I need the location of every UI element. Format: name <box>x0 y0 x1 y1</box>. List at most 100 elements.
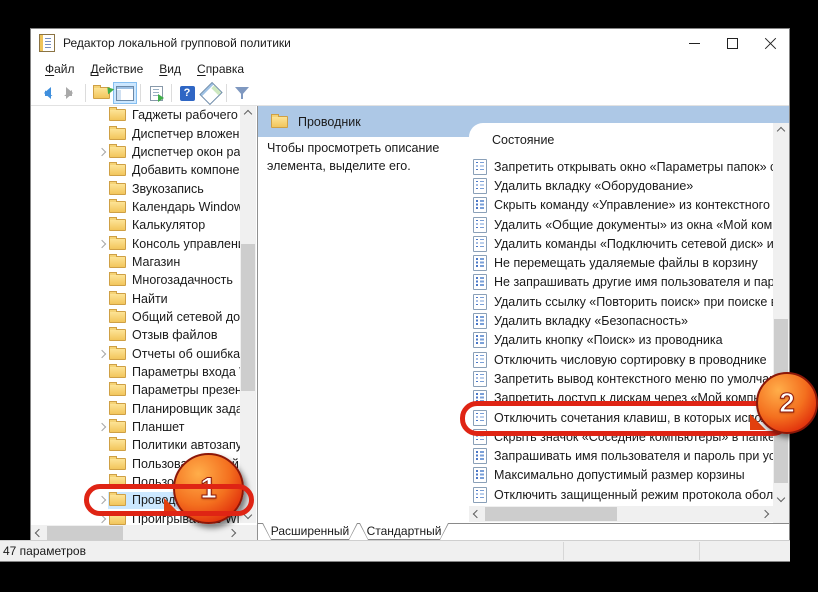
status-bar <box>0 540 790 562</box>
tree-item[interactable]: Консоль управлени <box>31 234 240 252</box>
policy-icon <box>473 274 487 290</box>
folder-up-icon <box>93 87 110 99</box>
tree-item[interactable]: Планшет <box>31 418 240 436</box>
menu-bar: Файл Действие Вид Справка <box>31 57 789 81</box>
setting-row[interactable]: Запретить открывать окно «Параметры папо… <box>469 157 773 176</box>
expand-chevron-icon[interactable] <box>95 424 108 430</box>
expand-chevron-icon[interactable] <box>95 516 108 522</box>
scroll-thumb[interactable] <box>241 244 255 391</box>
show-console-tree-button[interactable] <box>113 82 137 104</box>
show-action-pane-button[interactable] <box>199 82 223 104</box>
setting-row[interactable]: Запретить вывод контекстного меню по умо… <box>469 369 773 388</box>
setting-row[interactable]: Не запрашивать другие имя пользователя и… <box>469 273 773 292</box>
status-divider <box>563 542 564 560</box>
list-vscrollbar[interactable] <box>773 123 789 506</box>
tab-extended[interactable]: Расширенный <box>262 523 358 540</box>
menu-help[interactable]: Справка <box>189 59 252 79</box>
scroll-thumb[interactable] <box>47 526 123 540</box>
scroll-up-arrow[interactable] <box>240 106 256 122</box>
tree-item[interactable]: Добавить компонен <box>31 161 240 179</box>
tree-item[interactable]: Найти <box>31 289 240 307</box>
setting-row[interactable]: Скрыть команду «Управление» из контекстн… <box>469 196 773 215</box>
folder-icon <box>109 329 126 341</box>
tree-item[interactable]: Диспетчер вложени <box>31 124 240 142</box>
tree-item[interactable]: Звукозапись <box>31 179 240 197</box>
tree-item[interactable]: Многозадачность <box>31 271 240 289</box>
minimize-button[interactable] <box>675 29 713 57</box>
tree-item[interactable]: Диспетчер окон ра <box>31 143 240 161</box>
settings-pane: Проводник Чтобы просмотреть описание эле… <box>258 106 789 541</box>
setting-row[interactable]: Максимально допустимый размер корзины <box>469 466 773 485</box>
folder-icon <box>271 116 288 128</box>
menu-file[interactable]: Файл <box>37 59 83 79</box>
setting-row[interactable]: Отключить числовую сортировку в проводни… <box>469 350 773 369</box>
policy-icon <box>473 178 487 194</box>
folder-icon <box>109 219 126 231</box>
scroll-right-arrow[interactable] <box>224 525 240 541</box>
tree-item[interactable]: Общий сетевой дос <box>31 308 240 326</box>
forward-button[interactable] <box>58 82 82 104</box>
help-button[interactable]: ? <box>175 82 199 104</box>
tree-vscrollbar[interactable] <box>240 106 256 523</box>
expand-chevron-icon[interactable] <box>95 351 108 357</box>
policy-icon <box>473 294 487 310</box>
scroll-left-arrow[interactable] <box>469 506 485 522</box>
folder-icon <box>109 421 126 433</box>
action-pane-icon <box>199 81 222 104</box>
folder-icon <box>109 366 126 378</box>
expand-chevron-icon[interactable] <box>95 241 108 247</box>
folder-icon <box>109 183 126 195</box>
setting-row[interactable]: Отключить защищенный режим протокола обо… <box>469 485 773 504</box>
up-one-level-button[interactable] <box>89 82 113 104</box>
list-hscrollbar[interactable] <box>469 506 773 522</box>
export-list-button[interactable] <box>144 82 168 104</box>
tree-item[interactable]: Отзыв файлов <box>31 326 240 344</box>
tree-item[interactable]: Календарь Windows <box>31 198 240 216</box>
tree-item[interactable]: Политики автозапу <box>31 436 240 454</box>
setting-row[interactable]: Удалить вкладку «Безопасность» <box>469 311 773 330</box>
console-tree-icon <box>116 86 134 101</box>
policy-icon <box>473 159 487 175</box>
forward-arrow-icon <box>62 87 79 99</box>
tree-item[interactable]: Планировщик зада <box>31 400 240 418</box>
policy-icon <box>473 236 487 252</box>
scroll-right-arrow[interactable] <box>757 506 773 522</box>
minimize-icon <box>689 43 700 44</box>
tree-item[interactable]: Параметры презент <box>31 381 240 399</box>
setting-row[interactable]: Удалить кнопку «Поиск» из проводника <box>469 331 773 350</box>
tree-item[interactable]: Параметры входа W <box>31 363 240 381</box>
setting-row[interactable]: Удалить «Общие документы» из окна «Мой к… <box>469 215 773 234</box>
menu-view[interactable]: Вид <box>151 59 189 79</box>
tree-item[interactable]: Отчеты об ошибках <box>31 344 240 362</box>
folder-icon <box>109 458 126 470</box>
scroll-up-arrow[interactable] <box>773 123 789 139</box>
column-header-state[interactable]: Состояние <box>492 133 554 147</box>
setting-row[interactable]: Запрашивать имя пользователя и пароль пр… <box>469 446 773 465</box>
folder-icon <box>109 348 126 360</box>
tab-standard[interactable]: Стандартный <box>359 523 449 540</box>
back-button[interactable] <box>34 82 58 104</box>
scroll-down-arrow[interactable] <box>773 490 789 506</box>
folder-icon <box>109 146 126 158</box>
setting-row[interactable]: Не перемещать удаляемые файлы в корзину <box>469 253 773 272</box>
filter-button[interactable] <box>230 82 254 104</box>
menu-action[interactable]: Действие <box>83 59 152 79</box>
expand-chevron-icon[interactable] <box>95 149 108 155</box>
scroll-thumb[interactable] <box>485 507 617 521</box>
toolbar-separator <box>171 84 172 102</box>
tree-item[interactable]: Гаджеты рабочего с <box>31 106 240 124</box>
folder-icon <box>109 201 126 213</box>
close-button[interactable] <box>751 29 789 57</box>
scroll-left-arrow[interactable] <box>31 525 47 541</box>
tree-hscrollbar[interactable] <box>31 525 240 541</box>
tree-item[interactable]: Магазин <box>31 253 240 271</box>
screenshot-canvas: Редактор локальной групповой политики Фа… <box>0 0 818 592</box>
callout-step-2: 2 <box>756 372 818 434</box>
setting-row[interactable]: Удалить вкладку «Оборудование» <box>469 176 773 195</box>
status-text: 47 параметров <box>3 544 86 558</box>
maximize-button[interactable] <box>713 29 751 57</box>
tree-item[interactable]: Калькулятор <box>31 216 240 234</box>
setting-row[interactable]: Удалить команды «Подключить сетевой диск… <box>469 234 773 253</box>
setting-row[interactable]: Удалить ссылку «Повторить поиск» при пои… <box>469 292 773 311</box>
title-bar[interactable]: Редактор локальной групповой политики <box>31 29 789 57</box>
